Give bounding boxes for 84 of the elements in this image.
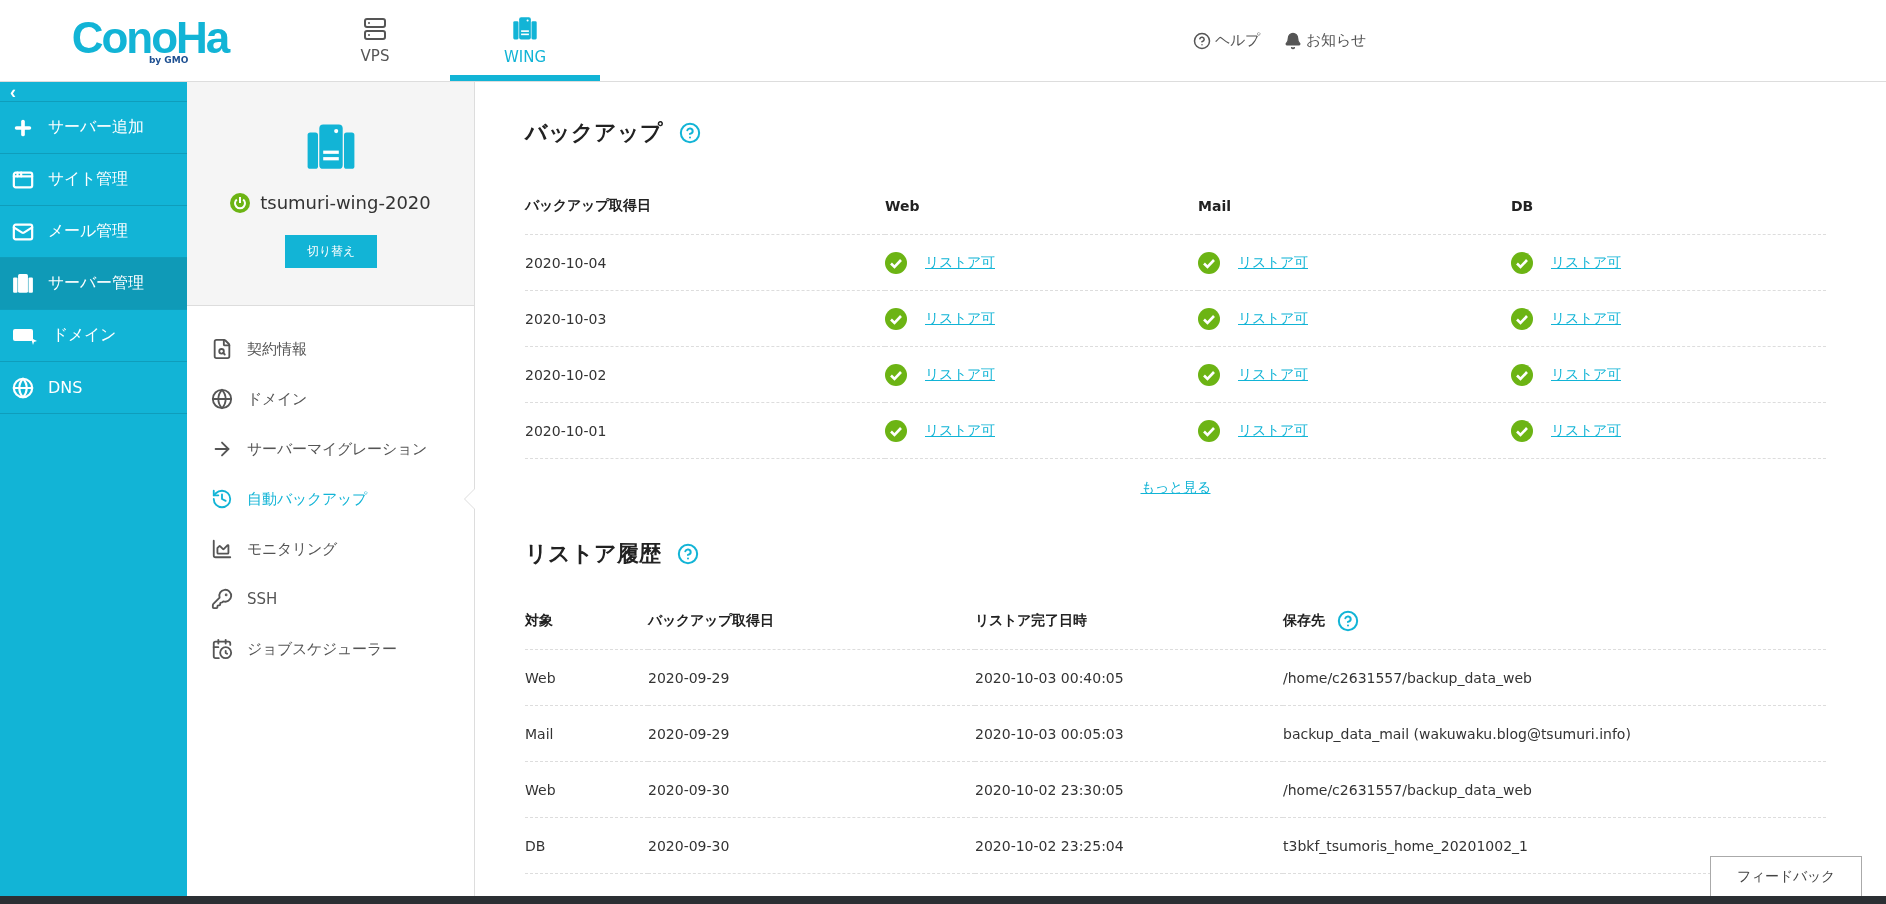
table-cell: DB xyxy=(525,818,648,874)
nav-tab[interactable]: VPS xyxy=(300,0,450,81)
help-icon xyxy=(1193,31,1211,50)
check-icon xyxy=(885,419,907,442)
table-cell: 2020-10-02 23:25:04 xyxy=(975,818,1283,874)
more-link[interactable]: もっと見る xyxy=(1140,479,1211,497)
table-cell: 2020-10-04 xyxy=(525,235,885,291)
restore-link[interactable]: リストア可 xyxy=(925,309,995,328)
restore-link[interactable]: リストア可 xyxy=(1238,309,1308,328)
check-icon xyxy=(885,307,907,330)
check-icon xyxy=(1511,363,1533,386)
restore-link[interactable]: リストア可 xyxy=(1551,365,1621,384)
restore-link[interactable]: リストア可 xyxy=(925,421,995,440)
menu-item[interactable]: サーバーマイグレーション xyxy=(187,424,474,474)
table-cell: 2020-10-03 00:40:05 xyxy=(975,650,1283,706)
menu-item[interactable]: 契約情報 xyxy=(187,324,474,374)
calendar-clock-icon xyxy=(211,638,233,660)
check-icon xyxy=(1198,363,1220,386)
column-header: 対象 xyxy=(525,612,553,630)
globe-icon xyxy=(211,388,233,410)
restore-link[interactable]: リストア可 xyxy=(925,253,995,272)
help-icon[interactable] xyxy=(677,543,699,565)
menu-item[interactable]: SSH xyxy=(187,574,474,624)
table-cell: Mail xyxy=(525,706,648,762)
table-cell: 2020-10-01 xyxy=(525,403,885,459)
server-name: tsumuri-wing-2020 xyxy=(260,192,431,213)
table-cell: 2020-10-02 23:30:05 xyxy=(975,762,1283,818)
restore-link[interactable]: リストア可 xyxy=(1551,253,1621,272)
section-title: バックアップ xyxy=(525,119,663,147)
column-header: リストア完了日時 xyxy=(975,612,1087,630)
column-header: Web xyxy=(885,178,1198,235)
menu-item[interactable]: 自動バックアップ xyxy=(187,474,474,524)
history-icon xyxy=(211,488,233,510)
table-cell: /home/c2631557/backup_data_web xyxy=(1283,762,1826,818)
server-icon xyxy=(12,272,34,295)
check-icon xyxy=(1198,419,1220,442)
table-cell: 2020-09-30 xyxy=(648,762,975,818)
document-search-icon xyxy=(211,338,233,360)
section-title: リストア履歴 xyxy=(525,540,661,568)
check-icon xyxy=(1198,307,1220,330)
check-icon xyxy=(885,363,907,386)
globe-icon xyxy=(12,376,34,399)
selection-notch xyxy=(464,488,475,510)
chart-icon xyxy=(211,538,233,560)
menu-item[interactable]: モニタリング xyxy=(187,524,474,574)
key-icon xyxy=(211,588,233,610)
restore-link[interactable]: リストア可 xyxy=(1551,421,1621,440)
sidebar-item[interactable]: サーバー管理 xyxy=(0,258,187,310)
check-icon xyxy=(1511,419,1533,442)
menu-item[interactable]: ドメイン xyxy=(187,374,474,424)
restore-link[interactable]: リストア可 xyxy=(925,365,995,384)
help-link[interactable]: ヘルプ xyxy=(1193,31,1260,50)
table-cell: Web xyxy=(525,650,648,706)
column-header: バックアップ取得日 xyxy=(648,612,774,630)
nav-tab[interactable]: WING xyxy=(450,0,600,81)
column-header: Mail xyxy=(1198,178,1511,235)
restore-link[interactable]: リストア可 xyxy=(1551,309,1621,328)
table-cell: 2020-10-02 xyxy=(525,347,885,403)
table-cell: 2020-10-03 xyxy=(525,291,885,347)
column-header: バックアップ取得日 xyxy=(525,178,885,235)
restore-link[interactable]: リストア可 xyxy=(1238,365,1308,384)
check-icon xyxy=(1198,251,1220,274)
column-header: 保存先 xyxy=(1283,612,1325,630)
help-icon[interactable] xyxy=(679,122,701,144)
check-icon xyxy=(885,251,907,274)
check-icon xyxy=(1511,251,1533,274)
check-icon xyxy=(1511,307,1533,330)
switch-button[interactable]: 切り替え xyxy=(284,235,377,268)
table-cell: backup_data_mail (wakuwaku.blog@tsumuri.info) xyxy=(1283,706,1826,762)
server-icon xyxy=(512,15,538,42)
restore-link[interactable]: リストア可 xyxy=(1238,421,1308,440)
table-cell: 2020-10-03 00:05:03 xyxy=(975,706,1283,762)
table-cell: 2020-09-29 xyxy=(648,650,975,706)
notice-link[interactable]: お知らせ xyxy=(1284,31,1366,50)
help-icon[interactable] xyxy=(1337,610,1359,632)
table-cell: /home/c2631557/backup_data_web xyxy=(1283,650,1826,706)
bell-icon xyxy=(1284,31,1302,50)
restore-link[interactable]: リストア可 xyxy=(1238,253,1308,272)
menu-item[interactable]: ジョブスケジューラー xyxy=(187,624,474,674)
server-rack-icon xyxy=(363,16,387,41)
column-header: DB xyxy=(1511,178,1826,235)
table-cell: 2020-09-30 xyxy=(648,818,975,874)
table-cell: 2020-09-29 xyxy=(648,706,975,762)
table-cell: Web xyxy=(525,762,648,818)
